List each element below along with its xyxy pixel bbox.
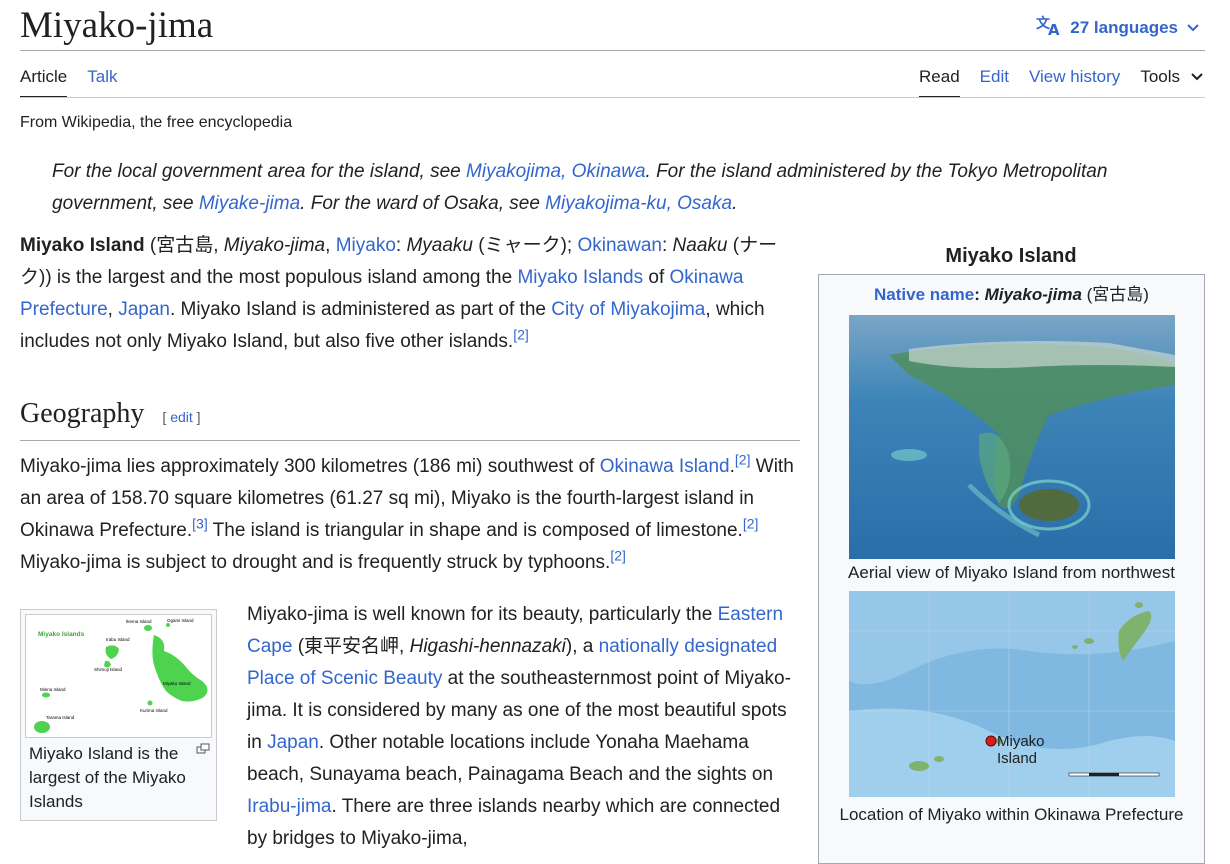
body-romaji: Higashi-hennazaki (409, 636, 566, 657)
map-label: Ogami Island (167, 618, 194, 623)
translate-icon: 文 A (1036, 14, 1062, 41)
hatnote-text: For the local government area for the is… (52, 161, 467, 182)
native-kanji: (宮古島) (1081, 285, 1149, 304)
link-miyako-islands[interactable]: Miyako Islands (517, 267, 643, 288)
lead-text: (ミャーク); (472, 235, 578, 256)
lead-paragraph: Miyako Island (宮古島, Miyako-jima, Miyako:… (20, 230, 802, 358)
reference-link[interactable]: [3] (192, 516, 208, 532)
location-map[interactable]: Miyako Island (849, 591, 1175, 797)
section-edit: [ edit ] (162, 399, 200, 435)
infobox-title: Miyako Island (945, 245, 1077, 267)
page-title: Miyako-jima (20, 5, 214, 46)
tab-talk[interactable]: Talk (87, 66, 117, 98)
lead-romaji: Miyako-jima (223, 235, 326, 256)
body-text: (東平安名岬, (292, 636, 410, 657)
body-text: The island is triangular in shape and is… (207, 520, 743, 541)
lead-romaji: Myaaku (406, 235, 473, 256)
tools-label: Tools (1140, 67, 1180, 86)
native-name-row: Native name: Miyako-jima (宮古島) (819, 283, 1204, 307)
map-label: Miyako Island (163, 681, 191, 686)
marker-label: Miyako (997, 733, 1045, 750)
location-marker (985, 735, 997, 747)
marker-label: Island (997, 750, 1037, 767)
link-okinawa-island[interactable]: Okinawa Island (600, 456, 730, 477)
map-thumbnail: Miyako Islands Ikema Island Ogami Island… (20, 609, 217, 821)
hatnote-text: . For the ward of Osaka, see (300, 193, 546, 214)
lead-text: of (643, 267, 670, 288)
map-label: Tarama Island (46, 715, 75, 720)
reference-link[interactable]: [2] (610, 548, 626, 564)
lead-text: , (107, 299, 119, 320)
map-label: Irabu Island (106, 637, 130, 642)
section-heading-geography: Geography [ edit ] (20, 396, 201, 435)
body-text: ), a (565, 636, 599, 657)
aerial-photo[interactable] (849, 315, 1175, 559)
languages-label: 27 languages (1070, 17, 1178, 37)
native-value: Miyako-jima (984, 285, 1082, 304)
tab-view-history[interactable]: View history (1029, 66, 1120, 96)
edit-section-link[interactable]: edit (170, 409, 193, 425)
lead-romaji: Naaku (672, 235, 728, 256)
lead-text: . Miyako Island is administered as part … (170, 299, 552, 320)
section-title: Geography (20, 398, 145, 429)
body-text: Miyako-jima is well known for its beauty… (247, 604, 718, 625)
map-label: Shimoji Island (94, 667, 123, 672)
language-selector[interactable]: 文 A 27 languages (1036, 14, 1200, 41)
infobox: Native name: Miyako-jima (宮古島) Aerial vi… (818, 274, 1205, 864)
map-label: Ikema Island (126, 619, 152, 624)
view-tabs: Read Edit View history Tools (919, 66, 1204, 98)
link-irabu-jima[interactable]: Irabu-jima (247, 796, 331, 817)
link-miyakojima-ku-osaka[interactable]: Miyakojima-ku, Osaka (545, 193, 732, 214)
section-divider (20, 440, 800, 441)
hatnote: For the local government area for the is… (52, 156, 1192, 220)
link-city-of-miyakojima[interactable]: City of Miyakojima (551, 299, 705, 320)
link-japan[interactable]: Japan (267, 732, 319, 753)
lead-text: : (395, 235, 407, 256)
tab-edit[interactable]: Edit (980, 66, 1009, 96)
map-title: Miyako Islands (38, 631, 85, 638)
site-tagline: From Wikipedia, the free encyclopedia (20, 114, 293, 131)
link-okinawan[interactable]: Okinawan (577, 235, 662, 256)
lead-subject: Miyako Island (20, 235, 145, 256)
link-miyakojima-okinawa[interactable]: Miyakojima, Okinawa (466, 161, 646, 182)
tab-article[interactable]: Article (20, 66, 68, 98)
link-native-name[interactable]: Native name (874, 285, 974, 304)
body-text: Miyako-jima is subject to drought and is… (20, 552, 611, 573)
native-sep: : (974, 285, 985, 304)
tab-read[interactable]: Read (919, 66, 960, 98)
photo-caption: Aerial view of Miyako Island from northw… (848, 563, 1175, 582)
link-miyako-language[interactable]: Miyako (336, 235, 396, 256)
reference-link[interactable]: [2] (735, 452, 751, 468)
hatnote-text: . (732, 193, 738, 214)
lead-text: (宮古島, (144, 235, 224, 256)
namespace-tabs: Article Talk (20, 66, 117, 98)
tabs-divider (20, 97, 1205, 98)
lead-text: : (661, 235, 673, 256)
chevron-down-icon (1186, 18, 1200, 38)
map-label: Minna Island (40, 687, 66, 692)
edit-bracket: ] (192, 409, 201, 425)
map-label: Kurima Island (140, 708, 168, 713)
miyako-islands-map[interactable]: Miyako Islands Ikema Island Ogami Island… (25, 614, 212, 738)
title-divider (20, 50, 1205, 51)
thumbnail-caption: Miyako Island is the largest of the Miya… (29, 744, 186, 811)
body-text: Miyako-jima lies approximately 300 kilom… (20, 456, 600, 477)
enlarge-icon[interactable] (196, 742, 210, 760)
location-map-caption: Location of Miyako within Okinawa Prefec… (839, 805, 1184, 824)
geography-paragraph-2: Miyako-jima is well known for its beauty… (247, 599, 802, 855)
svg-text:A: A (1048, 21, 1060, 36)
scale-bar (1068, 772, 1160, 777)
body-text: . Other notable locations include Yonaha… (247, 732, 774, 785)
link-miyake-jima[interactable]: Miyake-jima (199, 193, 300, 214)
reference-link[interactable]: [2] (743, 516, 759, 532)
chevron-down-icon (1190, 66, 1204, 88)
tools-menu[interactable]: Tools (1140, 66, 1204, 96)
geography-paragraph-1: Miyako-jima lies approximately 300 kilom… (20, 451, 802, 579)
lead-text: , (325, 235, 336, 256)
reference-link[interactable]: [2] (513, 327, 529, 343)
link-japan[interactable]: Japan (118, 299, 170, 320)
